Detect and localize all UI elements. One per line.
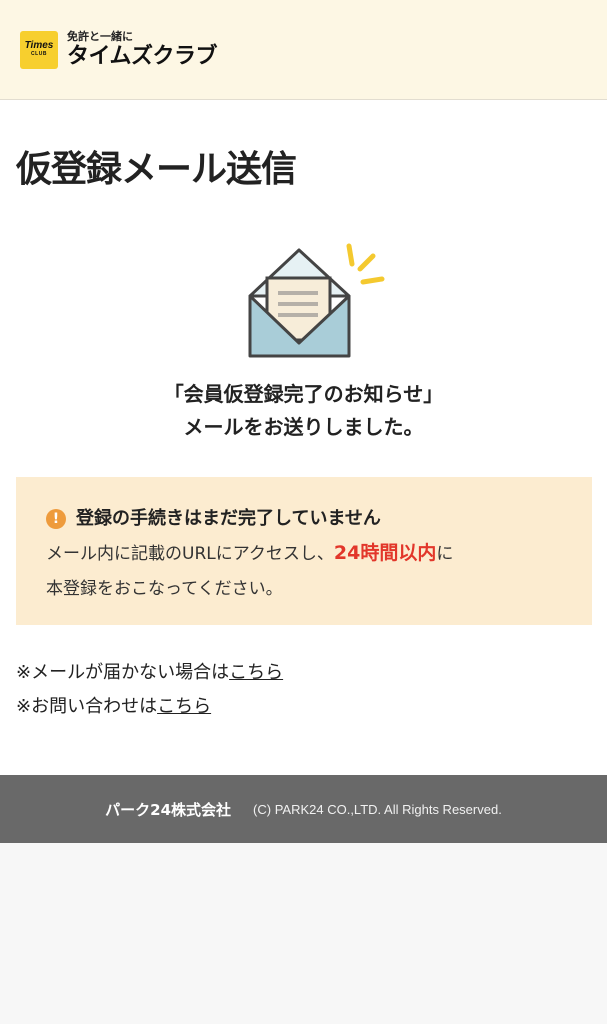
notice-body-suffix: に	[436, 544, 454, 564]
help-links: ※メールが届かない場合はこちら ※お問い合わせはこちら	[16, 656, 283, 724]
mail-not-received-link[interactable]: こちら	[229, 662, 283, 683]
logo-badge-times: Times	[24, 40, 54, 51]
page: Times CLUB 免許と一緒に タイムズクラブ 仮登録メール送信 「会員仮登…	[0, 0, 607, 1024]
notice-heading-text: 登録の手続きはまだ完了していません	[76, 508, 381, 529]
site-footer: パーク24株式会社 (C) PARK24 CO.,LTD. All Rights…	[0, 775, 607, 843]
footer-company-name: パーク24株式会社	[105, 800, 232, 819]
logo-title: タイムズクラブ	[67, 43, 218, 69]
logo-subtitle: 免許と一緒に	[67, 29, 133, 43]
mail-sent-message-line2: メールをお送りしました。	[183, 415, 424, 439]
notice-body-line2: 本登録をおこなってください。	[46, 579, 283, 599]
page-title: 仮登録メール送信	[16, 149, 297, 190]
mail-sent-message: 「会員仮登録完了のお知らせ」 メールをお送りしました。	[0, 378, 607, 444]
notice-body: メール内に記載のURLにアクセスし、24時間以内に 本登録をおこなってください。	[46, 536, 562, 607]
inquiry-link[interactable]: こちら	[157, 696, 211, 717]
inquiry-text: ※お問い合わせは	[16, 696, 158, 717]
notice-body-prefix: メール内に記載のURLにアクセスし、	[46, 544, 334, 564]
mail-not-received-text: ※メールが届かない場合は	[16, 662, 230, 683]
mail-not-received-row: ※メールが届かない場合はこちら	[16, 656, 283, 690]
notice-deadline: 24時間以内	[333, 542, 437, 564]
inquiry-row: ※お問い合わせはこちら	[16, 690, 283, 724]
main-content: 仮登録メール送信 「会員仮登録完了のお知らせ」 メールをお送りしました。 ! 登…	[0, 100, 607, 775]
logo-badge-club: CLUB	[31, 51, 47, 57]
times-club-logo-badge[interactable]: Times CLUB	[20, 30, 58, 69]
page-bottom-area	[0, 843, 607, 1024]
notice-heading: ! 登録の手続きはまだ完了していません	[46, 505, 562, 533]
mail-sent-message-line1: 「会員仮登録完了のお知らせ」	[163, 382, 444, 406]
logo-text[interactable]: 免許と一緒に タイムズクラブ	[67, 29, 218, 70]
footer-copyright: (C) PARK24 CO.,LTD. All Rights Reserved.	[253, 801, 502, 817]
site-header: Times CLUB 免許と一緒に タイムズクラブ	[0, 0, 607, 100]
warning-icon: !	[46, 509, 66, 529]
mail-sent-envelope-icon	[248, 243, 385, 358]
sparkle-icon	[346, 243, 385, 285]
registration-incomplete-notice: ! 登録の手続きはまだ完了していません メール内に記載のURLにアクセスし、24…	[16, 477, 592, 625]
